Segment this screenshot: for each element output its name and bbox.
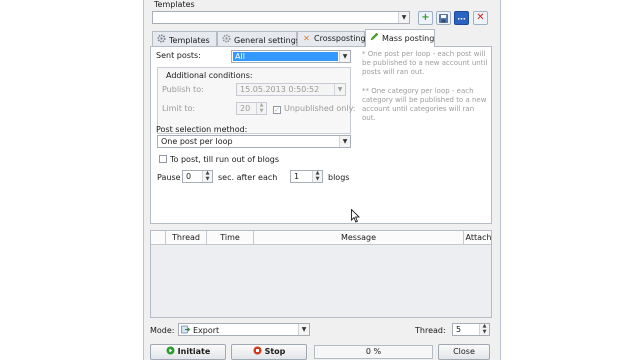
publish-to-value: 15.05.2013 0:50:52 <box>240 85 320 94</box>
sec-after-label: sec. after each <box>218 173 278 182</box>
tab-mass-posting-label: Mass posting <box>382 34 435 43</box>
blogs-stepper[interactable]: 1 ▲ ▼ <box>290 170 323 183</box>
thread-value: 5 <box>456 325 462 334</box>
unpublished-only-label: Unpublished only: <box>284 104 356 113</box>
mass-posting-panel: Sent posts: All ▼ Additional conditions:… <box>150 46 492 224</box>
to-post-label: To post, till run out of blogs <box>170 155 279 164</box>
mass-posting-window: Templates ▼ + ✕ Templates General settin… <box>143 0 501 360</box>
sent-posts-value: All <box>233 52 338 61</box>
spin-arrows-icon: ▲ ▼ <box>202 170 212 182</box>
tab-general-settings-label: General settings <box>234 36 300 45</box>
stop-label: Stop <box>264 347 286 356</box>
spin-arrows-icon: ▲ ▼ <box>312 170 322 182</box>
hint-one-post: * One post per loop - each post will be … <box>362 50 488 76</box>
cross-icon: ✕ <box>303 34 310 43</box>
spin-arrows-icon: ▲ ▼ <box>479 323 489 335</box>
add-template-button[interactable]: + <box>418 11 433 25</box>
initiate-label: Initiate <box>177 347 211 356</box>
mouse-cursor-icon <box>351 209 360 223</box>
close-icon: ✕ <box>476 12 485 23</box>
progress-bar: 0 % <box>314 345 433 359</box>
chevron-down-icon: ▼ <box>298 324 309 335</box>
chevron-down-icon: ▼ <box>339 136 350 147</box>
additional-conditions-group: Additional conditions: Publish to: 15.05… <box>157 67 355 134</box>
mode-label: Mode: <box>150 326 175 335</box>
progress-text: 0 % <box>365 347 382 356</box>
tab-templates[interactable]: Templates <box>152 31 217 46</box>
dots-icon <box>458 18 466 20</box>
initiate-button[interactable]: Initiate <box>150 344 226 360</box>
edit-template-button[interactable] <box>454 11 469 25</box>
chevron-down-icon: ▼ <box>334 84 345 95</box>
export-icon <box>181 325 191 334</box>
blogs-label: blogs <box>328 173 350 182</box>
limit-to-stepper[interactable]: 20 ▲ ▼ <box>236 102 267 115</box>
publish-to-field[interactable]: 15.05.2013 0:50:52 ▼ <box>236 83 346 96</box>
floppy-disk-icon <box>439 14 448 23</box>
save-template-button[interactable] <box>436 11 451 25</box>
stop-icon <box>253 346 262 355</box>
post-selection-select[interactable]: One post per loop ▼ <box>157 135 351 148</box>
tab-crossposting-label: Crossposting <box>314 34 366 43</box>
close-button[interactable]: Close <box>438 344 490 360</box>
blogs-value: 1 <box>294 172 300 181</box>
limit-to-label: Limit to: <box>162 104 196 113</box>
pause-label: Pause <box>157 173 181 182</box>
spin-arrows-icon: ▲ ▼ <box>256 102 266 114</box>
plus-icon: + <box>421 12 430 23</box>
post-selection-label: Post selection method: <box>156 125 248 134</box>
mode-select[interactable]: Export ▼ <box>178 323 310 336</box>
chevron-down-icon: ▼ <box>398 12 409 23</box>
mode-select-content: Export <box>181 325 219 335</box>
delete-template-button[interactable]: ✕ <box>473 11 488 25</box>
row-selector-column <box>151 231 165 245</box>
column-time[interactable]: Time <box>206 231 253 245</box>
tab-templates-label: Templates <box>169 36 210 45</box>
limit-to-value: 20 <box>240 104 251 113</box>
pause-value: 0 <box>186 172 192 181</box>
column-message[interactable]: Message <box>253 231 463 245</box>
tab-mass-posting[interactable]: Mass posting <box>365 29 435 47</box>
pause-stepper[interactable]: 0 ▲ ▼ <box>182 170 213 183</box>
mode-value: Export <box>193 326 220 335</box>
log-table[interactable]: Thread Time Message Attach <box>150 230 492 318</box>
thread-stepper[interactable]: 5 ▲ ▼ <box>452 323 490 336</box>
pencil-icon <box>370 32 379 43</box>
templates-label: Templates <box>154 0 195 9</box>
sent-posts-label: Sent posts: <box>156 51 201 60</box>
column-attach[interactable]: Attach <box>463 231 493 245</box>
play-icon <box>166 346 175 355</box>
gear-icon <box>157 34 166 45</box>
to-post-checkbox[interactable]: To post, till run out of blogs <box>159 155 279 164</box>
templates-combo[interactable]: ▼ <box>152 11 410 24</box>
sent-posts-select[interactable]: All ▼ <box>231 50 351 63</box>
additional-conditions-title: Additional conditions: <box>166 71 253 80</box>
tab-general-settings[interactable]: General settings <box>217 31 300 46</box>
publish-to-label: Publish to: <box>162 85 204 94</box>
thread-label: Thread: <box>415 326 446 335</box>
hint-one-category: ** One category per loop - each category… <box>362 87 487 122</box>
chevron-down-icon: ▼ <box>339 51 350 62</box>
log-table-header: Thread Time Message Attach <box>151 231 491 245</box>
stop-button[interactable]: Stop <box>231 344 307 360</box>
column-thread[interactable]: Thread <box>165 231 206 245</box>
tab-crossposting[interactable]: ✕ Crossposting <box>297 31 366 46</box>
gear-icon <box>222 34 231 45</box>
checkbox-icon <box>159 155 167 163</box>
checkmark-icon: ✓ <box>273 106 281 114</box>
post-selection-value: One post per loop <box>161 137 233 146</box>
unpublished-only-checkbox[interactable]: ✓ Unpublished only: <box>273 104 355 114</box>
